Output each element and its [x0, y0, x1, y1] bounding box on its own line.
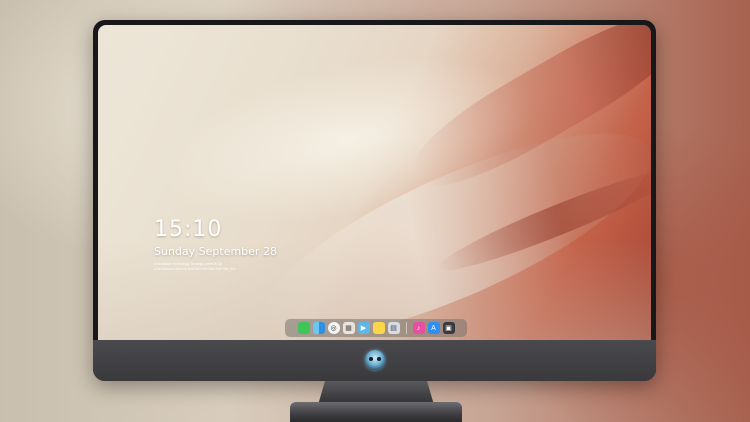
monitor-stand-base: [290, 402, 462, 422]
logo-eye: [369, 357, 373, 361]
monitor: 15:10 Sunday September 28 Unavailable Te…: [93, 20, 656, 381]
finder-icon[interactable]: [312, 322, 325, 334]
dock-separator: [405, 322, 407, 334]
camera-icon[interactable]: ▣: [442, 322, 455, 334]
logo-eye: [377, 357, 381, 361]
notes-icon[interactable]: [372, 322, 385, 334]
photos-icon[interactable]: ▦: [342, 322, 355, 334]
lock-clock: 15:10: [154, 217, 223, 242]
lock-info-line: Lorem ipsum dolor sit amet All Unit Dole…: [154, 267, 235, 271]
mascot-logo-icon: [365, 350, 385, 370]
app-store-icon[interactable]: A: [427, 322, 440, 334]
video-icon[interactable]: ▶: [357, 322, 370, 334]
safari-icon[interactable]: ◎: [327, 322, 340, 334]
lock-date: Sunday September 28: [154, 245, 277, 258]
messages-icon[interactable]: [297, 322, 310, 334]
preview-icon[interactable]: ▤: [387, 322, 400, 334]
music-icon[interactable]: ♪: [412, 322, 425, 334]
lock-info-text: Unavailable Technology Bearing Lorem Bl …: [154, 262, 284, 272]
lock-screen[interactable]: 15:10 Sunday September 28 Unavailable Te…: [98, 25, 651, 359]
dock: ◎ ▦ ▶ ▤ ♪ A ▣: [285, 319, 467, 337]
